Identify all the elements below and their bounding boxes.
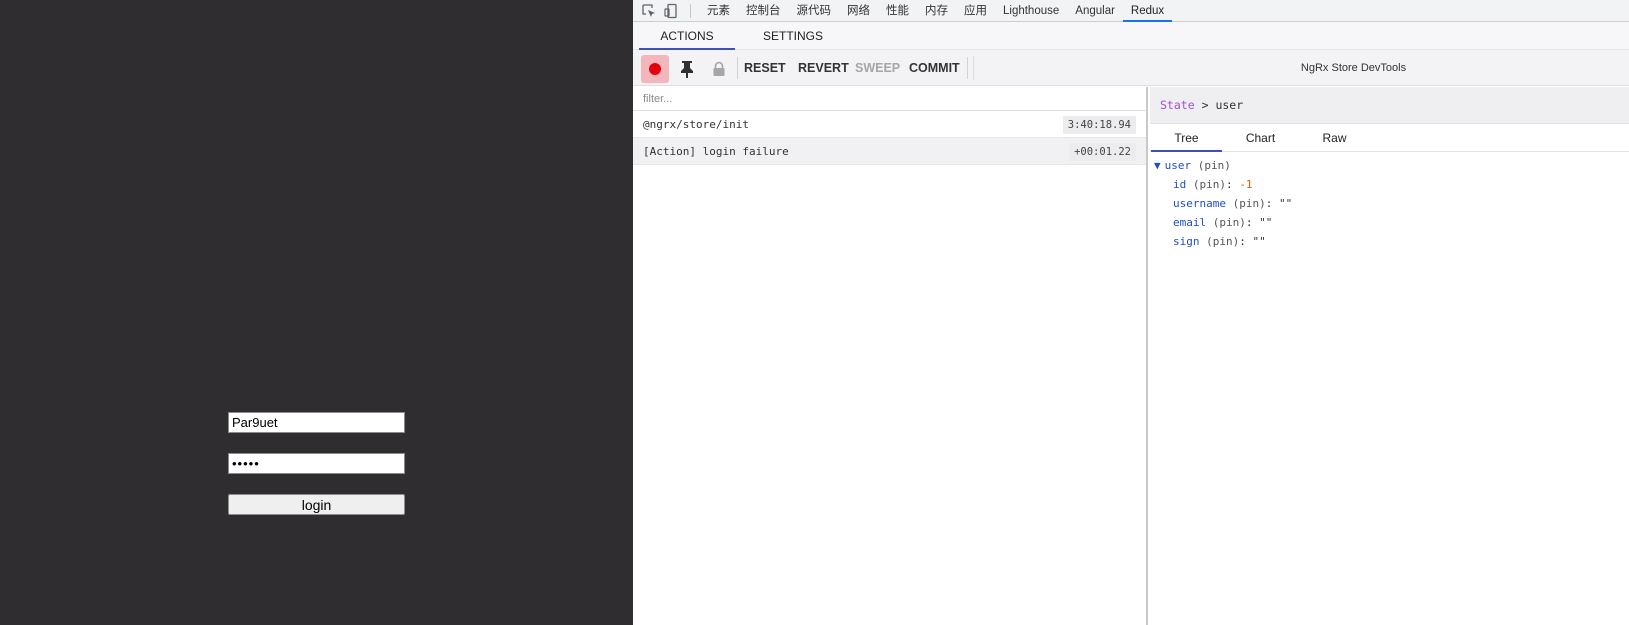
pin-link[interactable]: (pin) [1233,197,1266,210]
devtools-tab[interactable]: 元素 [699,0,738,22]
sweep-button[interactable]: SWEEP [855,50,900,86]
tree-node-id: id (pin): -1 [1173,178,1253,191]
breadcrumb-separator: > [1201,98,1209,112]
devtools-panel: 元素 控制台 源代码 网络 性能 内存 应用 Lighthouse Angular Redux A… [633,0,1629,625]
expand-arrow-icon[interactable]: ▼ [1154,159,1161,172]
action-row[interactable]: @ngrx/store/init 3:40:18.94 [633,111,1146,138]
pin-icon [681,61,693,78]
node-key[interactable]: sign [1173,235,1200,248]
node-key[interactable]: user [1165,159,1192,172]
app-viewport: login [0,0,633,625]
device-toggle-icon[interactable] [663,3,679,19]
devtools-tab[interactable]: 网络 [839,0,878,22]
action-row[interactable]: [Action] login failure +00:01.22 [633,138,1146,165]
topbar-separator [690,4,691,18]
pin-link[interactable]: (pin) [1206,235,1239,248]
action-list-pane: @ngrx/store/init 3:40:18.94 [Action] log… [633,87,1148,625]
revert-button[interactable]: REVERT [798,50,849,86]
toolbar-separator [967,57,968,79]
state-header: State > user [1150,87,1629,124]
lock-icon [713,61,725,76]
breadcrumb-root[interactable]: State [1160,98,1195,112]
pin-link[interactable]: (pin) [1193,178,1226,191]
filter-input[interactable] [633,87,1146,111]
record-button[interactable] [641,55,669,83]
tab-raw[interactable]: Raw [1299,124,1370,152]
pin-button[interactable] [673,55,701,83]
node-value: -1 [1239,178,1253,191]
state-inspector-pane: State > user Tree Chart Raw ▼ user (pin) … [1150,87,1629,625]
devtools-tab[interactable]: 控制台 [738,0,789,22]
node-value: "" [1278,197,1293,210]
tree-node-sign: sign (pin): "" [1173,235,1266,248]
breadcrumb-current: user [1215,98,1244,112]
devtools-tab[interactable]: 内存 [917,0,956,22]
node-key[interactable]: email [1173,216,1206,229]
commit-button[interactable]: COMMIT [909,50,960,86]
tree-node-username: username (pin): "" [1173,197,1293,210]
pin-link[interactable]: (pin) [1198,159,1231,172]
tab-tree[interactable]: Tree [1151,124,1222,152]
state-view-tabs: Tree Chart Raw [1150,124,1629,152]
action-time: 3:40:18.94 [1062,116,1136,134]
devtools-topbar: 元素 控制台 源代码 网络 性能 内存 应用 Lighthouse Angular Redux [633,0,1629,22]
reset-button[interactable]: RESET [744,50,786,86]
node-key[interactable]: id [1173,178,1186,191]
node-value: "" [1259,216,1273,229]
node-value: "" [1252,235,1266,248]
action-name: @ngrx/store/init [643,118,749,131]
devtools-tab[interactable]: Lighthouse [995,0,1067,22]
redux-toolbar: RESET REVERT SWEEP COMMIT NgRx Store Dev… [633,50,1629,86]
instance-selector[interactable]: NgRx Store DevTools [973,56,1629,80]
devtools-tab-strip: 元素 控制台 源代码 网络 性能 内存 应用 Lighthouse Angular Redux [699,0,1173,22]
state-breadcrumb: State > user [1160,87,1243,124]
inspect-element-icon[interactable] [641,3,657,19]
username-input[interactable] [228,412,405,433]
lock-button[interactable] [705,55,733,83]
tab-chart[interactable]: Chart [1225,124,1296,152]
login-button[interactable]: login [228,494,405,515]
tree-node-email: email (pin): "" [1173,216,1273,229]
tab-actions[interactable]: ACTIONS [639,22,735,50]
action-name: [Action] login failure [643,145,789,158]
record-icon [649,63,661,75]
devtools-tab[interactable]: 性能 [878,0,917,22]
password-input[interactable] [228,453,405,474]
devtools-tab[interactable]: Angular [1067,0,1123,22]
action-time: +00:01.22 [1069,143,1136,161]
devtools-tab[interactable]: Redux [1122,0,1173,22]
tree-node-user[interactable]: ▼ user (pin) [1154,157,1231,175]
redux-subtabs: ACTIONS SETTINGS [633,22,1629,50]
devtools-tab[interactable]: 源代码 [789,0,840,22]
toolbar-separator [737,57,738,79]
devtools-tab[interactable]: 应用 [956,0,995,22]
node-key[interactable]: username [1173,197,1226,210]
tab-settings[interactable]: SETTINGS [745,22,841,50]
pin-link[interactable]: (pin) [1213,216,1246,229]
